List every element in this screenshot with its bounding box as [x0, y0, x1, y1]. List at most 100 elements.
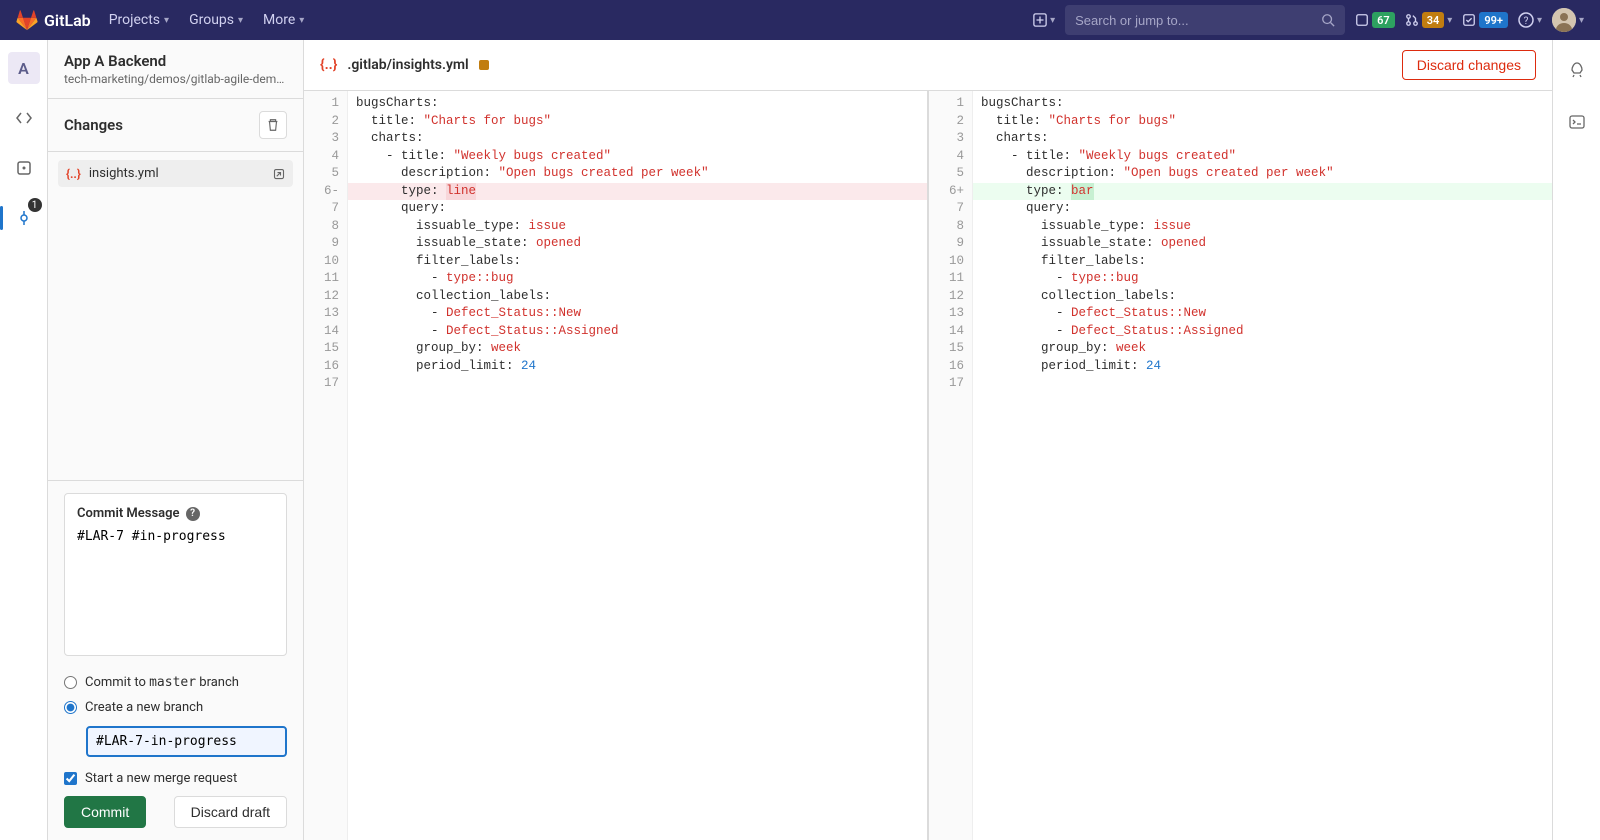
code-line: description: "Open bugs created per week… [973, 165, 1552, 183]
code-line: filter_labels: [973, 253, 1552, 271]
nav-item-projects[interactable]: Projects ▾ [99, 12, 179, 28]
sidebar: App A Backend tech-marketing/demos/gitla… [48, 40, 304, 840]
line-number: 14 [316, 323, 339, 341]
line-number: 5 [941, 165, 964, 183]
line-number: 3 [941, 130, 964, 148]
brand-text: GitLab [44, 11, 91, 30]
line-number: 4 [941, 148, 964, 166]
yaml-file-icon: {..} [320, 57, 337, 73]
question-icon[interactable]: ? [186, 507, 200, 521]
line-number: 15 [941, 340, 964, 358]
file-name: insights.yml [89, 166, 265, 181]
file-header: {..} .gitlab/insights.yml Discard change… [304, 40, 1552, 91]
new-branch-input[interactable] [86, 726, 287, 757]
line-number: 7 [941, 200, 964, 218]
line-number: 1 [941, 95, 964, 113]
line-number: 15 [316, 340, 339, 358]
create-branch-option[interactable]: Create a new branch [64, 695, 287, 720]
nav-item-groups[interactable]: Groups ▾ [179, 12, 253, 28]
terminal-button[interactable] [1561, 106, 1593, 138]
yaml-file-icon: {..} [66, 167, 81, 181]
radio-commit-existing[interactable] [64, 676, 77, 689]
help-menu[interactable]: ? ▾ [1518, 12, 1542, 28]
commit-to-master-option[interactable]: Commit to master branch [64, 670, 287, 695]
code-line: - title: "Weekly bugs created" [348, 148, 927, 166]
discard-draft-button[interactable]: Discard draft [174, 796, 287, 828]
line-number: 10 [941, 253, 964, 271]
nav-item-more[interactable]: More ▾ [253, 12, 314, 28]
project-avatar[interactable]: A [8, 52, 40, 84]
pipeline-button[interactable] [1561, 54, 1593, 86]
code-line: issuable_state: opened [348, 235, 927, 253]
discard-all-button[interactable] [259, 111, 287, 139]
rail-commit[interactable]: 1 [8, 202, 40, 234]
issues-badge[interactable]: 67 [1355, 12, 1395, 28]
line-number: 17 [941, 375, 964, 393]
todo-icon [1462, 13, 1476, 27]
modified-indicator-icon [479, 60, 489, 70]
line-number: 3 [316, 130, 339, 148]
search-box[interactable] [1065, 5, 1345, 35]
code-line: charts: [973, 130, 1552, 148]
start-mr-checkbox[interactable] [64, 772, 77, 785]
user-menu[interactable]: ▾ [1552, 8, 1584, 32]
code-line: description: "Open bugs created per week… [348, 165, 927, 183]
code-line: period_limit: 24 [973, 358, 1552, 376]
code-line: - Defect_Status::New [973, 305, 1552, 323]
file-path: .gitlab/insights.yml [347, 57, 468, 73]
diff-view[interactable]: 123456-7891011121314151617 bugsCharts: t… [304, 91, 1552, 840]
question-icon: ? [1518, 12, 1534, 28]
code-line: title: "Charts for bugs" [348, 113, 927, 131]
changed-file-item[interactable]: {..} insights.yml [58, 160, 293, 187]
code-line: charts: [348, 130, 927, 148]
issues-icon [1355, 13, 1369, 27]
code-line: title: "Charts for bugs" [973, 113, 1552, 131]
search-icon [1321, 13, 1335, 27]
project-header: App A Backend tech-marketing/demos/gitla… [48, 40, 303, 99]
code-line [348, 375, 927, 393]
code-line: - title: "Weekly bugs created" [973, 148, 1552, 166]
line-number: 16 [316, 358, 339, 376]
line-number: 5 [316, 165, 339, 183]
code-line: period_limit: 24 [348, 358, 927, 376]
code-line: bugsCharts: [348, 95, 927, 113]
commit-icon [16, 210, 32, 226]
radio-create-branch[interactable] [64, 701, 77, 714]
line-number: 11 [316, 270, 339, 288]
badge-count: 67 [1372, 12, 1395, 28]
line-number: 17 [316, 375, 339, 393]
changes-header: Changes [48, 99, 303, 152]
code-line: query: [348, 200, 927, 218]
merge-requests-badge[interactable]: 34 ▾ [1405, 12, 1453, 28]
line-number: 8 [316, 218, 339, 236]
start-mr-option[interactable]: Start a new merge request [64, 767, 287, 796]
code-line: - Defect_Status::Assigned [973, 323, 1552, 341]
svg-text:?: ? [1524, 16, 1529, 27]
chevron-down-icon: ▾ [1579, 15, 1584, 26]
plus-menu[interactable]: ▾ [1033, 13, 1055, 27]
line-number: 9 [316, 235, 339, 253]
terminal-icon [1569, 114, 1585, 130]
commit-panel: Commit Message ? Commit to master branch… [48, 480, 303, 840]
icon-rail: A 1 [0, 40, 48, 840]
open-file-icon[interactable] [273, 168, 285, 180]
right-rail [1552, 40, 1600, 840]
commit-count-badge: 1 [28, 198, 42, 212]
commit-message-input[interactable] [77, 529, 274, 639]
discard-changes-button[interactable]: Discard changes [1402, 50, 1536, 80]
gitlab-logo[interactable]: GitLab [16, 9, 91, 31]
line-number: 8 [941, 218, 964, 236]
search-input[interactable] [1075, 13, 1321, 28]
code-line: filter_labels: [348, 253, 927, 271]
todos-badge[interactable]: 99+ [1462, 12, 1508, 28]
trash-icon [266, 118, 280, 132]
rail-review[interactable] [8, 152, 40, 184]
changed-files-list: {..} insights.yml [48, 152, 303, 195]
commit-button[interactable]: Commit [64, 796, 146, 828]
code-line: bugsCharts: [973, 95, 1552, 113]
rail-edit[interactable] [8, 102, 40, 134]
line-number: 4 [316, 148, 339, 166]
line-number: 9 [941, 235, 964, 253]
badge-count: 99+ [1479, 12, 1508, 28]
chevron-down-icon: ▾ [164, 15, 169, 26]
